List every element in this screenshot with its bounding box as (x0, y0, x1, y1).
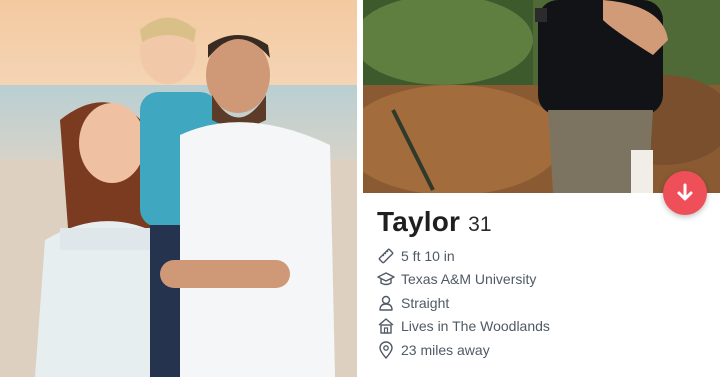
detail-distance-text: 23 miles away (401, 341, 490, 358)
house-icon (378, 318, 394, 334)
profile-age: 31 (468, 213, 492, 236)
detail-orientation-text: Straight (401, 294, 450, 311)
detail-residence: Lives in The Woodlands (377, 315, 550, 339)
profile-photo[interactable] (363, 0, 720, 193)
profile-name: Taylor (377, 206, 461, 237)
dislike-button[interactable] (663, 171, 707, 215)
detail-school: Texas A&M University (377, 268, 550, 292)
ruler-icon (378, 248, 394, 264)
profile-card: Taylor 31 5 ft 10 in Texas A&M Universit… (363, 0, 720, 377)
detail-height-text: 5 ft 10 in (401, 247, 455, 264)
graduation-cap-icon (377, 272, 395, 286)
family-photo (0, 0, 357, 377)
detail-orientation: Straight (377, 291, 550, 315)
profile-details: 5 ft 10 in Texas A&M University Straight… (377, 244, 550, 362)
detail-school-text: Texas A&M University (401, 271, 537, 288)
arrow-down-icon (677, 183, 693, 201)
detail-residence-text: Lives in The Woodlands (401, 318, 550, 335)
person-icon (379, 295, 393, 311)
profile-header: Taylor 31 (377, 206, 492, 238)
location-pin-icon (379, 341, 393, 359)
detail-height: 5 ft 10 in (377, 244, 550, 268)
detail-distance: 23 miles away (377, 338, 550, 362)
